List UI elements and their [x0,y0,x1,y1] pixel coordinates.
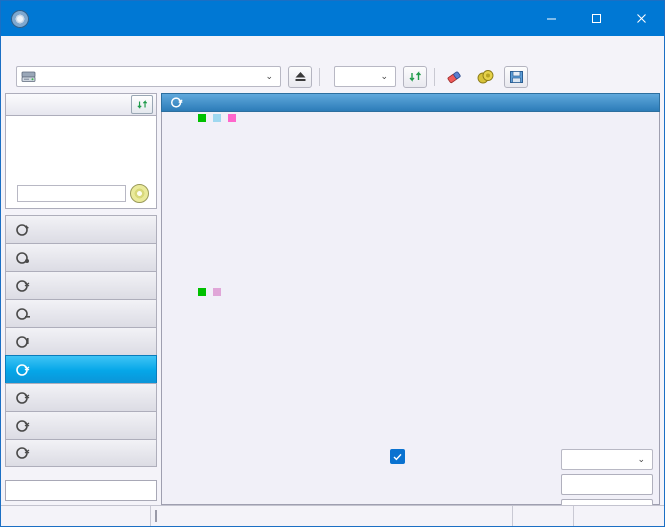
minimize-icon[interactable] [529,1,574,36]
sidebar-item-cd-bler[interactable] [5,383,157,411]
coins-button[interactable] [473,66,497,88]
jitter-header [390,449,510,465]
disc-row-contents [13,167,149,183]
disc-row-length [13,151,149,167]
title-bar [1,1,664,36]
window-controls [529,1,664,36]
menu-start-test[interactable] [29,45,47,51]
sidebar-item-disc-info[interactable] [5,327,157,355]
verify-test-disc-icon [16,279,30,292]
create-test-disc-icon [16,251,29,264]
disc-info-icon [16,335,29,348]
sidebar-item-verify-test-disc[interactable] [5,271,157,299]
eject-icon [295,72,305,81]
charts-container: ⌄ [161,112,660,520]
legend-item-write-speed [228,114,239,123]
eject-button[interactable] [288,65,312,88]
top-chart-plot [162,112,661,287]
app-disc-icon [11,9,29,28]
legend-item-ldc [198,114,209,123]
disc-refresh-button[interactable] [131,95,153,114]
progress-bar [155,510,157,522]
sidebar-item-create-test-disc[interactable] [5,243,157,271]
progress-percent [512,506,574,526]
refresh-icon [136,100,147,109]
disc-icon[interactable] [130,184,149,203]
drive-select[interactable]: ⌄ [16,66,281,87]
bottom-chart-legend [198,288,224,297]
legend-item-jitter [213,288,224,297]
disc-info-box [5,115,157,209]
sidebar [5,93,157,505]
disc-quality-icon [16,363,30,376]
save-button[interactable] [504,65,528,88]
toolbar-divider [434,67,435,86]
legend-swatch-read-speed [213,114,221,123]
extra-tests-icon [16,447,30,459]
sidebar-item-drive-info[interactable] [5,299,157,327]
speed-select[interactable]: ⌄ [334,66,396,87]
refresh-button[interactable] [403,65,427,88]
sidebar-nav [5,215,157,467]
stats-left [168,449,433,519]
legend-swatch-ldc [198,114,206,123]
maximize-icon[interactable] [574,1,619,36]
menu-extra[interactable] [47,45,65,51]
main-content: ⌄ [161,93,660,520]
jitter-checkbox[interactable] [390,449,405,465]
cd-bler-icon [16,391,30,404]
sidebar-item-transfer-rate[interactable] [5,215,157,243]
app-window: ⌄ ⌄ ⌄ [0,0,665,527]
disc-panel-header [5,93,157,115]
eraser-button[interactable] [442,66,466,88]
top-chart [162,112,659,287]
body-area: ⌄ [1,93,664,520]
coins-icon [477,69,493,83]
legend-swatch-write-speed [228,114,236,123]
disc-row-mid [13,136,149,152]
test-speed-select[interactable]: ⌄ [561,449,653,470]
drive-info-icon [16,307,30,320]
eraser-icon [447,71,461,83]
refresh-icon [409,71,421,82]
menu-file[interactable] [11,45,29,51]
status-message [1,506,151,526]
legend-item-read-speed [213,114,224,123]
legend-item-bis [198,288,209,297]
disc-row-type [13,120,149,136]
bottom-chart-plot [162,287,661,447]
menu-bar [1,36,664,60]
disc-quality-header [161,93,660,113]
transfer-rate-icon [16,223,29,236]
sidebar-item-disc-quality[interactable] [5,355,157,383]
fe-te-icon [16,419,30,432]
drive-icon [21,71,36,82]
close-icon[interactable] [619,1,664,36]
check-icon [393,453,402,461]
save-icon [509,70,523,83]
status-window-button[interactable] [5,480,157,501]
disc-label-input[interactable] [17,185,126,202]
sidebar-item-extra-tests[interactable] [5,439,157,467]
chevron-down-icon: ⌄ [380,71,388,81]
start-full-button[interactable] [561,474,653,495]
disc-quality-icon [171,97,183,108]
chevron-down-icon: ⌄ [265,71,273,81]
top-chart-legend [198,114,239,123]
sidebar-item-fe-te[interactable] [5,411,157,439]
bottom-chart [162,287,659,447]
toolbar-divider [319,67,320,86]
elapsed-time [574,506,664,526]
jitter-column [390,449,510,465]
legend-swatch-bis [198,288,206,297]
legend-swatch-jitter [213,288,221,297]
drive-toolbar: ⌄ ⌄ [1,60,664,93]
menu-help[interactable] [65,45,83,51]
disc-label-row [13,184,149,203]
chevron-down-icon: ⌄ [637,454,645,465]
